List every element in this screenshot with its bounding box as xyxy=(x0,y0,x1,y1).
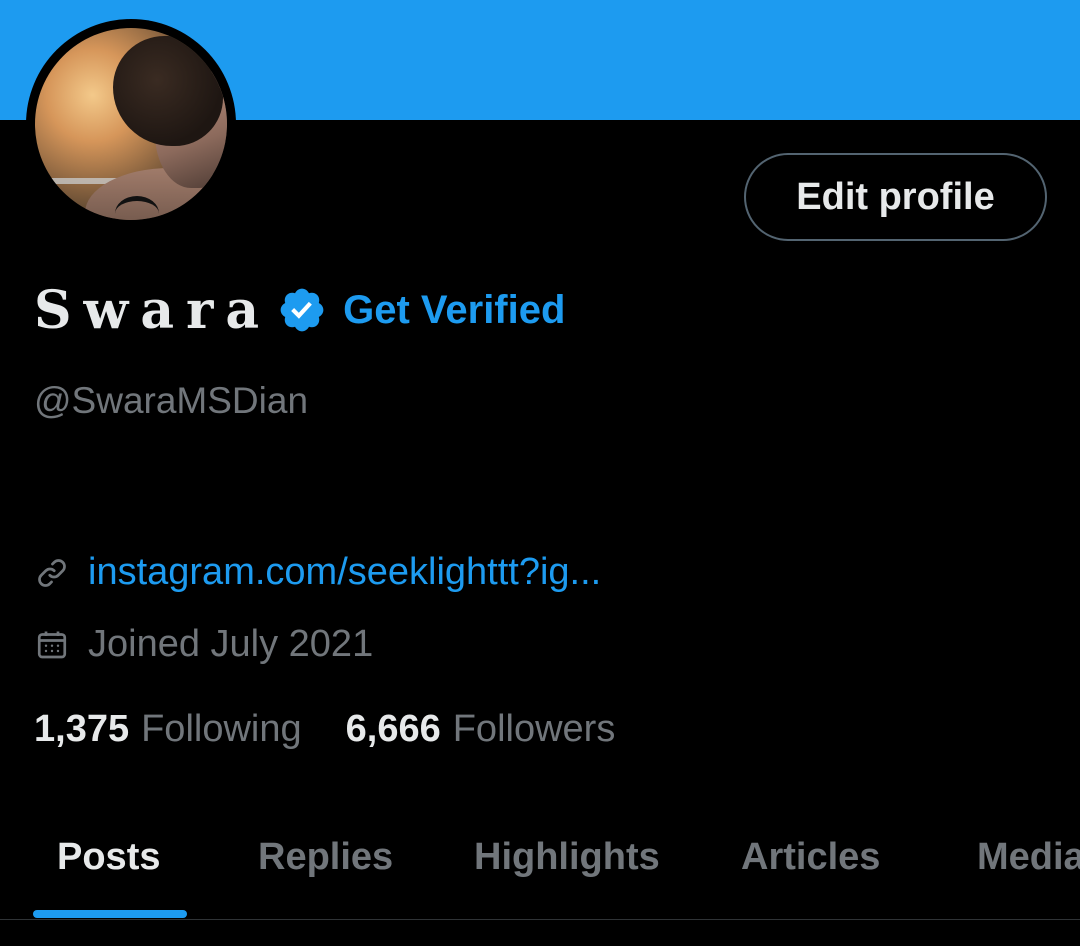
joined-date: Joined July 2021 xyxy=(88,623,374,665)
verified-badge-icon[interactable] xyxy=(277,285,327,335)
edit-profile-button[interactable]: Edit profile xyxy=(744,153,1047,241)
display-name: Swara xyxy=(34,279,272,341)
tab-highlights[interactable]: Highlights xyxy=(474,836,660,879)
tab-posts[interactable]: Posts xyxy=(57,836,160,879)
followers-stat[interactable]: 6,666 Followers xyxy=(346,708,616,751)
tab-media[interactable]: Media xyxy=(977,836,1080,879)
follow-stats: 1,375 Following 6,666 Followers xyxy=(34,708,615,751)
calendar-icon xyxy=(34,627,70,663)
tabs-divider xyxy=(0,919,1080,920)
link-icon xyxy=(34,555,70,591)
name-row: Swara Get Verified xyxy=(34,278,565,342)
user-handle: @SwaraMSDian xyxy=(34,380,309,421)
tab-replies[interactable]: Replies xyxy=(258,836,393,879)
followers-label: Followers xyxy=(452,708,616,750)
profile-avatar[interactable] xyxy=(26,19,236,229)
website-row: instagram.com/seeklighttt?ig... xyxy=(34,551,601,594)
following-count: 1,375 xyxy=(34,708,130,750)
following-stat[interactable]: 1,375 Following xyxy=(34,708,302,751)
joined-row: Joined July 2021 xyxy=(34,623,373,666)
followers-count: 6,666 xyxy=(345,708,441,750)
profile-tabs: Posts Replies Highlights Articles Media xyxy=(0,820,1080,920)
tab-articles[interactable]: Articles xyxy=(741,836,880,879)
profile-website-link[interactable]: instagram.com/seeklighttt?ig... xyxy=(88,551,601,594)
following-label: Following xyxy=(141,708,302,750)
avatar-photo xyxy=(35,28,227,220)
get-verified-link[interactable]: Get Verified xyxy=(343,288,565,333)
active-tab-indicator xyxy=(33,910,187,918)
